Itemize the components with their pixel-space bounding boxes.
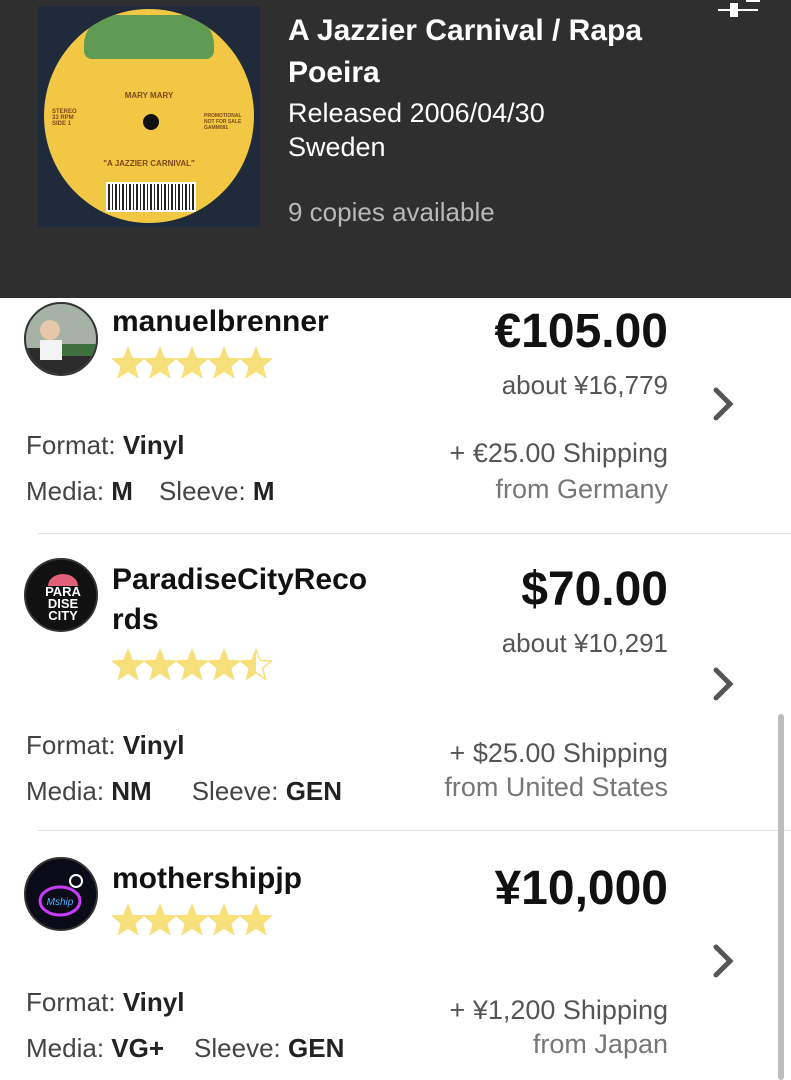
format-value: Vinyl bbox=[122, 730, 185, 760]
condition-row: Media: VG+ Sleeve: GEN bbox=[26, 1033, 344, 1064]
star-icon bbox=[206, 648, 242, 681]
converted-price: about ¥16,779 bbox=[501, 370, 668, 400]
sleeve-value: GEN bbox=[285, 776, 343, 806]
seller-name[interactable]: manuelbrenner bbox=[112, 302, 412, 342]
listing-price: ¥10,000 bbox=[494, 862, 668, 915]
seller-rating-stars bbox=[112, 648, 274, 681]
seller-avatar: Mship bbox=[24, 857, 98, 931]
release-cover-image[interactable]: MARY MARY STEREO 33 RPM SIDE 1 PROMOTION… bbox=[38, 6, 260, 227]
star-icon bbox=[174, 648, 210, 681]
label-left-text: STEREO 33 RPM SIDE 1 bbox=[52, 109, 77, 127]
release-date: Released 2006/04/30 bbox=[288, 98, 545, 128]
format-row: Format: Vinyl bbox=[26, 430, 184, 461]
sleeve-label: Sleeve: bbox=[158, 476, 246, 506]
star-icon bbox=[238, 346, 274, 379]
shipping-cost: + ¥1,200 Shipping bbox=[449, 995, 668, 1025]
star-icon bbox=[206, 346, 242, 379]
media-value: VG+ bbox=[111, 1033, 165, 1063]
media-label: Media: bbox=[26, 1033, 105, 1063]
seller-avatar bbox=[24, 302, 98, 376]
format-value: Vinyl bbox=[122, 987, 185, 1017]
seller-name[interactable]: mothershipjp bbox=[112, 859, 412, 899]
ships-from: from United States bbox=[444, 772, 668, 802]
sliders-icon[interactable] bbox=[716, 0, 760, 22]
release-title: A Jazzier Carnival / Rapa Poeira bbox=[288, 14, 643, 89]
ships-from: from Germany bbox=[495, 474, 668, 504]
star-icon bbox=[112, 903, 146, 936]
media-label: Media: bbox=[26, 476, 105, 506]
seller-name[interactable]: ParadiseCityReco rds bbox=[112, 560, 412, 640]
seller-rating-stars bbox=[112, 346, 274, 379]
format-label: Format: bbox=[26, 730, 116, 760]
format-row: Format: Vinyl bbox=[26, 987, 184, 1018]
seller-rating-stars bbox=[112, 903, 274, 936]
condition-row: Media: NM Sleeve: GEN bbox=[26, 776, 342, 807]
media-value: NM bbox=[111, 776, 152, 806]
chevron-right-icon[interactable] bbox=[708, 664, 738, 704]
sleeve-label: Sleeve: bbox=[191, 776, 279, 806]
star-icon bbox=[174, 903, 210, 936]
sleeve-value: GEN bbox=[288, 1033, 345, 1063]
shipping-cost: + $25.00 Shipping bbox=[449, 738, 668, 768]
format-label: Format: bbox=[26, 987, 116, 1017]
format-row: Format: Vinyl bbox=[26, 730, 184, 761]
star-icon bbox=[238, 903, 274, 936]
listing-item[interactable]: manuelbrenner €105.00 about ¥16,779 Form… bbox=[0, 298, 791, 534]
star-icon bbox=[142, 648, 178, 681]
sleeve-value: M bbox=[252, 476, 275, 506]
sleeve-label: Sleeve: bbox=[194, 1033, 281, 1063]
label-top-text: MARY MARY bbox=[124, 91, 174, 100]
label-center-hole bbox=[143, 114, 159, 130]
listing-price: $70.00 bbox=[521, 563, 668, 616]
shipping-cost: + €25.00 Shipping bbox=[449, 438, 668, 468]
copies-available: 9 copies available bbox=[288, 197, 495, 227]
star-icon bbox=[174, 346, 210, 379]
svg-text:CITY: CITY bbox=[48, 608, 78, 623]
chevron-right-icon[interactable] bbox=[708, 384, 738, 424]
star-icon bbox=[206, 903, 242, 936]
condition-row: Media: M Sleeve: M bbox=[26, 476, 275, 507]
label-right-text: PROMOTIONAL NOT FOR SALE GAMM091 bbox=[204, 113, 242, 131]
star-icon bbox=[142, 903, 178, 936]
listing-item[interactable]: PARA DISE CITY ParadiseCityReco rds $70.… bbox=[0, 534, 791, 830]
release-header: MARY MARY STEREO 33 RPM SIDE 1 PROMOTION… bbox=[0, 0, 791, 298]
format-label: Format: bbox=[26, 430, 116, 460]
media-value: M bbox=[111, 476, 133, 506]
converted-price: about ¥10,291 bbox=[501, 628, 668, 658]
barcode bbox=[106, 182, 196, 212]
release-country: Sweden bbox=[288, 132, 386, 162]
label-band bbox=[84, 15, 214, 59]
seller-avatar: PARA DISE CITY bbox=[24, 558, 98, 632]
star-icon bbox=[112, 346, 146, 379]
star-icon bbox=[142, 346, 178, 379]
star-icon bbox=[112, 648, 146, 681]
listing-item[interactable]: Mship mothershipjp ¥10,000 Format: Vinyl… bbox=[0, 831, 791, 1080]
label-bottom-text: "A JAZZIER CARNIVAL" bbox=[103, 159, 195, 168]
ships-from: from Japan bbox=[532, 1029, 668, 1059]
listing-price: €105.00 bbox=[494, 305, 668, 358]
chevron-right-icon[interactable] bbox=[708, 941, 738, 981]
media-label: Media: bbox=[26, 776, 105, 806]
svg-text:Mship: Mship bbox=[47, 897, 74, 908]
scrollbar[interactable] bbox=[778, 714, 784, 1080]
format-value: Vinyl bbox=[122, 430, 185, 460]
